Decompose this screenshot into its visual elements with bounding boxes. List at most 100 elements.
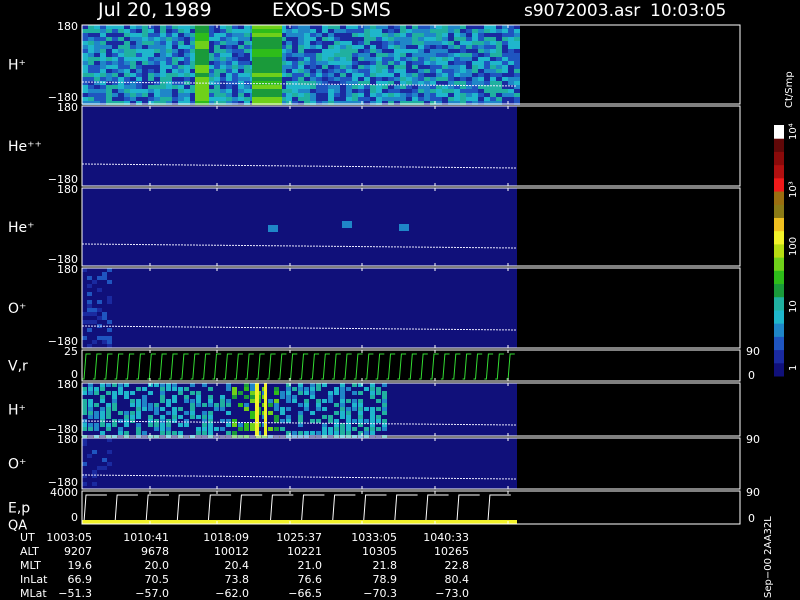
pixel [184,25,190,29]
pixel [154,45,160,49]
pixel [502,33,508,37]
pixel [310,25,316,29]
pixel [154,49,160,53]
pixel [136,29,142,33]
pixel [352,93,358,97]
pixel [124,33,130,37]
pixel [166,411,171,415]
pixel [166,29,172,33]
pixel [100,411,105,415]
pixel [196,403,201,407]
orbit-cell: 80.4 [445,573,470,586]
pixel [298,85,304,89]
pixel [238,403,243,407]
pixel [268,423,273,427]
pixel [172,25,178,29]
panel-plot-area [82,268,517,348]
pixel [328,49,334,53]
pixel [430,69,436,73]
pixel [286,53,292,57]
orbit-cell: −70.3 [363,587,397,600]
pixel [195,49,209,53]
pixel [478,69,484,73]
pixel [102,316,107,320]
pixel [436,73,442,77]
pixel [82,403,87,407]
pixel [136,25,142,29]
pixel [394,85,400,89]
pixel [478,97,484,101]
pixel [358,25,364,29]
pixel [142,53,148,57]
pixel [280,395,285,399]
pixel [370,415,375,419]
pixel [160,391,165,395]
pixel [286,93,292,97]
pixel [226,41,232,45]
pixel [112,423,117,427]
pixel [316,415,321,419]
pixel [142,427,147,431]
pixel [154,431,159,435]
pixel [352,89,358,93]
pixel [106,423,111,427]
pixel [292,85,298,89]
pixel [364,61,370,65]
pixel [334,73,340,77]
pixel [106,407,111,411]
pixel [406,97,412,101]
pixel [130,411,135,415]
pixel [154,407,159,411]
pixel [112,89,118,93]
pixel [358,395,363,399]
pixel [376,431,381,435]
pixel [286,403,291,407]
pixel [478,81,484,85]
pixel [94,57,100,61]
pixel [280,431,285,435]
pixel [190,403,195,407]
pixel [382,53,388,57]
pixel [358,407,363,411]
pixel [202,387,207,391]
pixel [388,93,394,97]
pixel [442,53,448,57]
pixel [364,391,369,395]
pixel [244,77,250,81]
pixel [484,41,490,45]
pixel [148,49,154,53]
pixel [478,57,484,61]
pixel [178,77,184,81]
pixel [424,25,430,29]
pixel [244,29,250,33]
pixel [370,387,375,391]
pixel [382,85,388,89]
pixel [370,41,376,45]
pixel [514,77,520,81]
pixel [502,53,508,57]
pixel [100,41,106,45]
pixel [160,419,165,423]
pixel [184,411,189,415]
pixel [238,37,244,41]
pixel [226,73,232,77]
pixel [226,65,232,69]
pixel [268,391,273,395]
pixel [322,69,328,73]
pixel [514,49,520,53]
axis-top-label: 25 [64,345,78,358]
pixel [334,97,340,101]
pixel [82,391,87,395]
orbit-row-label: MLat [20,587,47,600]
pixel [112,25,118,29]
pixel [358,97,364,101]
pixel [418,61,424,65]
pixel [292,407,297,411]
pixel [88,97,94,101]
pixel [478,37,484,41]
pixel [154,387,159,391]
pixel [154,97,160,101]
pixel [142,77,148,81]
pixel [286,41,292,45]
pixel [352,403,357,407]
